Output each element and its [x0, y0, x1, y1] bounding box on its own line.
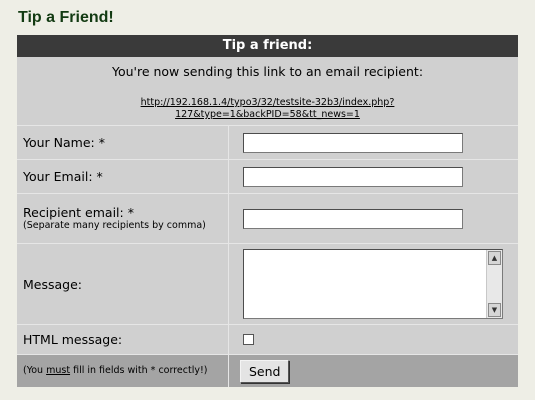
- scroll-down-arrow-icon[interactable]: ▼: [488, 303, 501, 317]
- row-html-message: HTML message:: [17, 325, 518, 355]
- required-note-prefix: (You: [23, 365, 47, 376]
- row-your-name: Your Name: *: [17, 126, 518, 160]
- message-label: Message:: [17, 244, 229, 324]
- your-name-label: Your Name: *: [17, 126, 229, 159]
- required-note-emphasis: must: [46, 365, 71, 376]
- recipient-email-cell: [229, 194, 518, 243]
- shared-link[interactable]: http://192.168.1.4/typo3/32/testsite-32b…: [108, 97, 428, 121]
- send-cell: Send: [229, 355, 518, 387]
- required-note: (You must fill in fields with * correctl…: [17, 355, 229, 387]
- row-message: Message: ▲ ▼: [17, 244, 518, 325]
- your-email-label: Your Email: *: [17, 160, 229, 193]
- message-textarea[interactable]: [244, 250, 488, 318]
- recipient-email-input[interactable]: [243, 208, 463, 229]
- html-message-cell: [229, 325, 518, 354]
- form-footer: (You must fill in fields with * correctl…: [17, 355, 518, 387]
- scroll-up-arrow-icon[interactable]: ▲: [488, 251, 501, 265]
- tip-a-friend-form: Tip a friend: You're now sending this li…: [17, 35, 518, 387]
- intro-text: You're now sending this link to an email…: [111, 64, 424, 79]
- form-header: Tip a friend:: [17, 35, 518, 57]
- shared-link-line-2: 127&type=1&backPID=58&tt_news=1: [175, 109, 360, 120]
- message-cell: ▲ ▼: [229, 244, 518, 324]
- html-message-checkbox[interactable]: [243, 334, 254, 345]
- row-your-email: Your Email: *: [17, 160, 518, 194]
- message-textarea-frame: ▲ ▼: [243, 249, 503, 319]
- intro-section: You're now sending this link to an email…: [17, 57, 518, 126]
- your-name-input[interactable]: [243, 132, 463, 153]
- message-scrollbar[interactable]: ▲ ▼: [486, 250, 502, 318]
- required-note-suffix: fill in fields with * correctly!): [70, 365, 208, 376]
- recipient-email-label: Recipient email: *: [23, 205, 134, 220]
- row-recipient-email: Recipient email: * (Separate many recipi…: [17, 194, 518, 244]
- html-message-label: HTML message:: [17, 325, 229, 354]
- your-name-cell: [229, 126, 518, 159]
- your-email-input[interactable]: [243, 166, 463, 187]
- recipient-email-note: (Separate many recipients by comma): [23, 220, 206, 231]
- page-title: Tip a Friend!: [18, 9, 114, 26]
- your-email-cell: [229, 160, 518, 193]
- recipient-email-label-cell: Recipient email: * (Separate many recipi…: [17, 194, 229, 243]
- shared-link-line-1: http://192.168.1.4/typo3/32/testsite-32b…: [140, 97, 395, 108]
- send-button[interactable]: Send: [240, 359, 290, 383]
